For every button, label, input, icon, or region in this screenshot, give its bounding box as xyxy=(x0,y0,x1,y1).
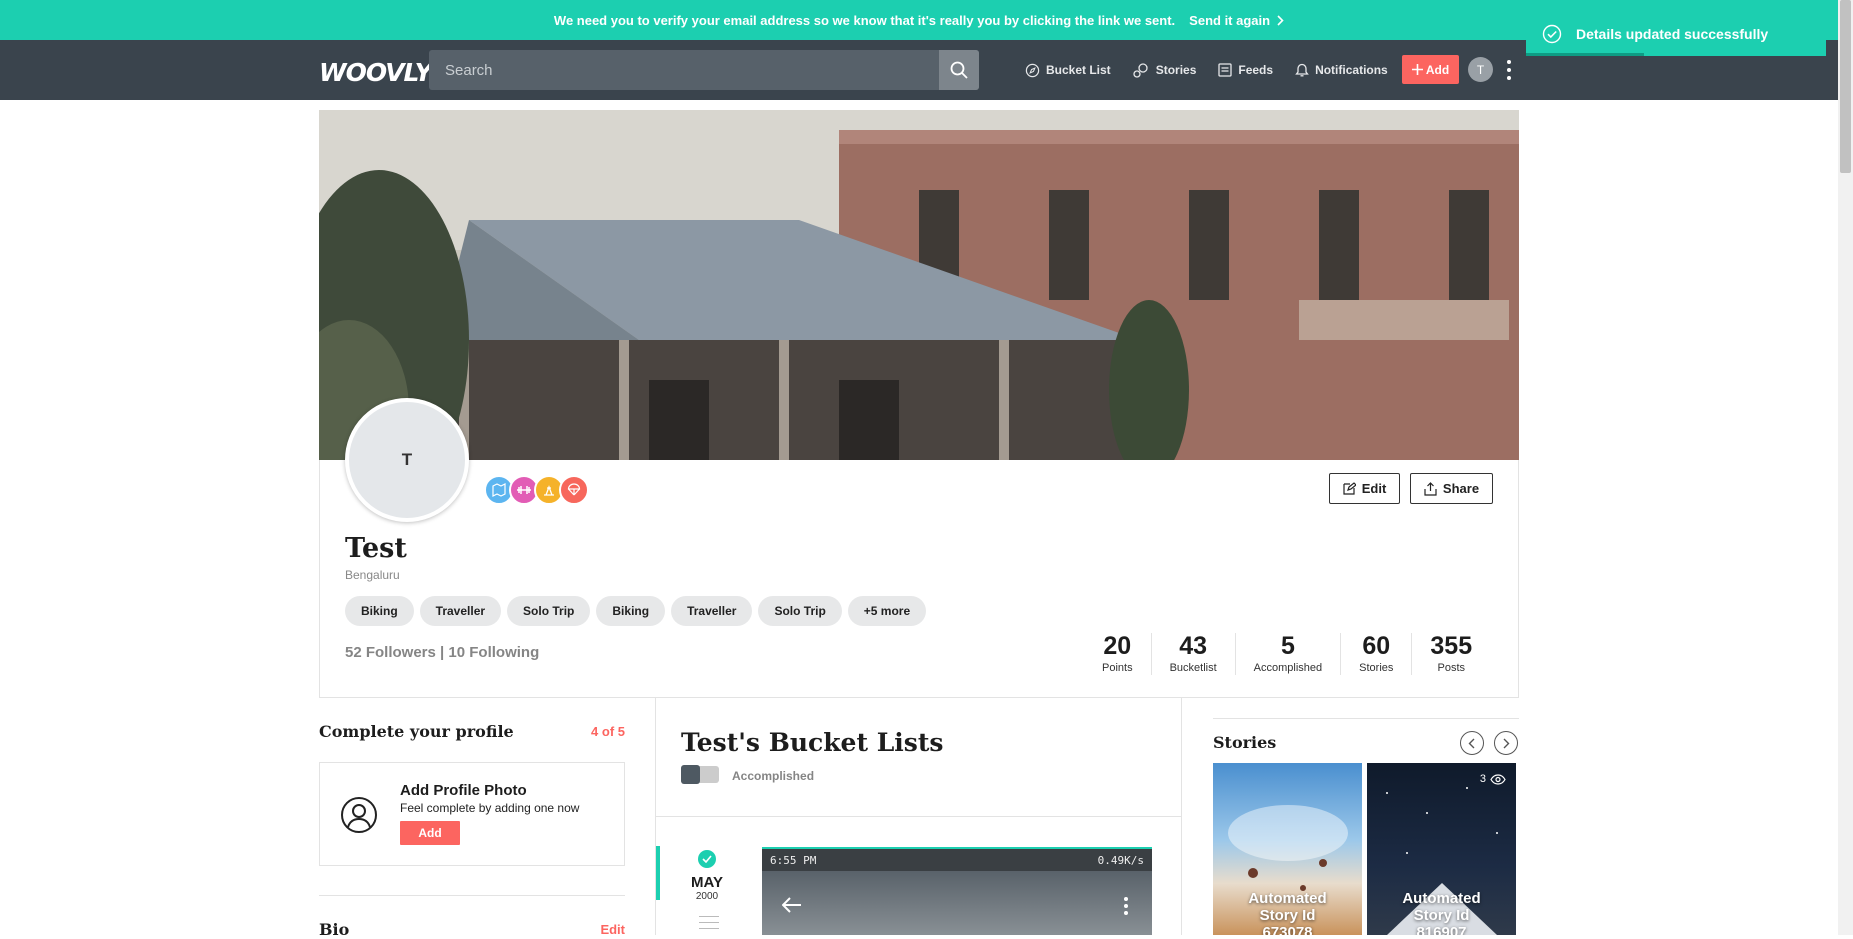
timeline-month: MAY xyxy=(691,874,723,891)
share-profile-button[interactable]: Share xyxy=(1410,473,1493,504)
story-card[interactable]: 3 Automated Story Id 816907 xyxy=(1367,763,1516,935)
menu-lines-icon xyxy=(699,916,719,934)
story-card[interactable]: Automated Story Id 673078 xyxy=(1213,763,1362,935)
nav-feeds[interactable]: Feeds xyxy=(1218,63,1273,77)
search-icon xyxy=(950,61,968,79)
page-scrollbar[interactable] xyxy=(1838,0,1853,935)
parachute-icon[interactable] xyxy=(559,475,589,505)
divider xyxy=(1213,718,1519,719)
bell-icon xyxy=(1295,63,1309,76)
stories-icon xyxy=(1133,62,1148,78)
chevron-left-icon xyxy=(1468,738,1475,748)
add-photo-button[interactable]: Add xyxy=(400,821,460,845)
search-button[interactable] xyxy=(939,50,979,90)
left-sidebar: Complete your profile 4 of 5 Add Profile… xyxy=(319,698,625,939)
profile-avatar[interactable]: T xyxy=(345,398,469,522)
back-arrow-icon xyxy=(782,897,801,913)
edit-profile-button[interactable]: Edit xyxy=(1329,473,1400,504)
add-button[interactable]: Add xyxy=(1402,55,1459,84)
stat-accomplished[interactable]: 5 Accomplished xyxy=(1234,633,1340,675)
more-options-icon[interactable] xyxy=(1505,60,1513,80)
stories-next-button[interactable] xyxy=(1494,731,1518,755)
phone-status-bar: 6:55 PM 0.49K/s xyxy=(762,849,1152,871)
more-tags-chip[interactable]: +5 more xyxy=(847,596,927,626)
tag-chip[interactable]: Traveller xyxy=(419,596,502,626)
story-views: 3 xyxy=(1480,773,1506,785)
profile-badges xyxy=(484,475,594,505)
stories-panel: Stories Automated Story Id 673078 3 Automa… xyxy=(1213,698,1519,935)
stat-points[interactable]: 20 Points xyxy=(1090,633,1151,675)
send-again-link[interactable]: Send it again xyxy=(1189,13,1284,28)
stories-prev-button[interactable] xyxy=(1460,731,1484,755)
woovly-logo[interactable]: WOOVLY xyxy=(319,58,433,87)
toggle-knob xyxy=(681,765,700,784)
cover-photo xyxy=(319,110,1519,460)
card-subtitle: Feel complete by adding one now xyxy=(400,801,580,815)
plus-icon xyxy=(1411,64,1423,75)
timeline-year: 2000 xyxy=(695,891,719,902)
user-avatar-menu[interactable]: T xyxy=(1468,57,1493,82)
edit-icon xyxy=(1343,482,1356,495)
stat-bucketlist[interactable]: 43 Bucketlist xyxy=(1150,633,1235,675)
scrollbar-thumb[interactable] xyxy=(1840,0,1851,173)
check-icon xyxy=(698,850,716,868)
timeline-marker xyxy=(656,846,660,900)
followers-following[interactable]: 52 Followers | 10 Following xyxy=(345,644,539,661)
share-icon xyxy=(1424,481,1437,496)
profile-name: Test xyxy=(345,533,407,564)
story-caption: Automated Story Id 816907 xyxy=(1402,890,1481,935)
nav-stories[interactable]: Stories xyxy=(1133,62,1196,78)
card-title: Add Profile Photo xyxy=(400,782,527,799)
nav-links: Bucket List Stories Feeds Notifications xyxy=(1025,40,1388,100)
check-circle-icon xyxy=(1542,24,1562,44)
chevron-right-icon xyxy=(1503,738,1510,748)
search-bar xyxy=(429,50,979,90)
profile-stats: 20 Points 43 Bucketlist 5 Accomplished 60 St… xyxy=(1090,633,1490,675)
bucket-item-image[interactable]: 6:55 PM 0.49K/s xyxy=(762,847,1152,935)
accomplished-label: Accomplished xyxy=(732,769,815,783)
tag-chip[interactable]: Biking xyxy=(345,596,414,626)
tag-chip[interactable]: Solo Trip xyxy=(758,596,842,626)
bucket-lists-panel: Test's Bucket Lists Accomplished MAY 200… xyxy=(655,698,1182,935)
stories-title: Stories xyxy=(1213,733,1277,752)
profile-location: Bengaluru xyxy=(345,568,400,582)
complete-profile-title: Complete your profile xyxy=(319,722,514,741)
verify-email-message: We need you to verify your email address… xyxy=(553,12,1176,28)
feeds-icon xyxy=(1218,63,1233,77)
accomplished-toggle[interactable] xyxy=(681,765,719,784)
nav-notifications[interactable]: Notifications xyxy=(1295,63,1388,78)
complete-profile-progress: 4 of 5 xyxy=(591,724,625,739)
divider xyxy=(656,816,1181,817)
chevron-right-icon xyxy=(1277,14,1284,26)
stat-posts[interactable]: 355 Posts xyxy=(1411,633,1490,675)
tag-chip[interactable]: Biking xyxy=(596,596,666,626)
divider xyxy=(319,895,625,896)
tag-chip[interactable]: Traveller xyxy=(671,596,753,626)
nav-bucket-list[interactable]: Bucket List xyxy=(1025,63,1111,78)
toast-message: Details updated successfully xyxy=(1576,26,1769,42)
compass-icon xyxy=(1025,63,1040,77)
bucket-lists-title: Test's Bucket Lists xyxy=(681,728,944,757)
bio-title: Bio xyxy=(319,920,350,939)
more-vertical-icon xyxy=(1124,897,1128,915)
cover-building-image xyxy=(319,110,1519,460)
success-toast: Details updated successfully xyxy=(1526,12,1826,56)
add-profile-photo-card: Add Profile Photo Feel complete by addin… xyxy=(319,762,625,866)
search-input[interactable] xyxy=(429,50,939,90)
tag-chip[interactable]: Solo Trip xyxy=(507,596,591,626)
story-caption: Automated Story Id 673078 xyxy=(1248,890,1327,935)
interest-tags: Biking Traveller Solo Trip Biking Travel… xyxy=(345,596,927,626)
stat-stories[interactable]: 60 Stories xyxy=(1340,633,1411,675)
user-circle-icon xyxy=(341,797,377,833)
toast-progress-bar xyxy=(1526,53,1644,56)
eye-icon xyxy=(1490,773,1506,785)
